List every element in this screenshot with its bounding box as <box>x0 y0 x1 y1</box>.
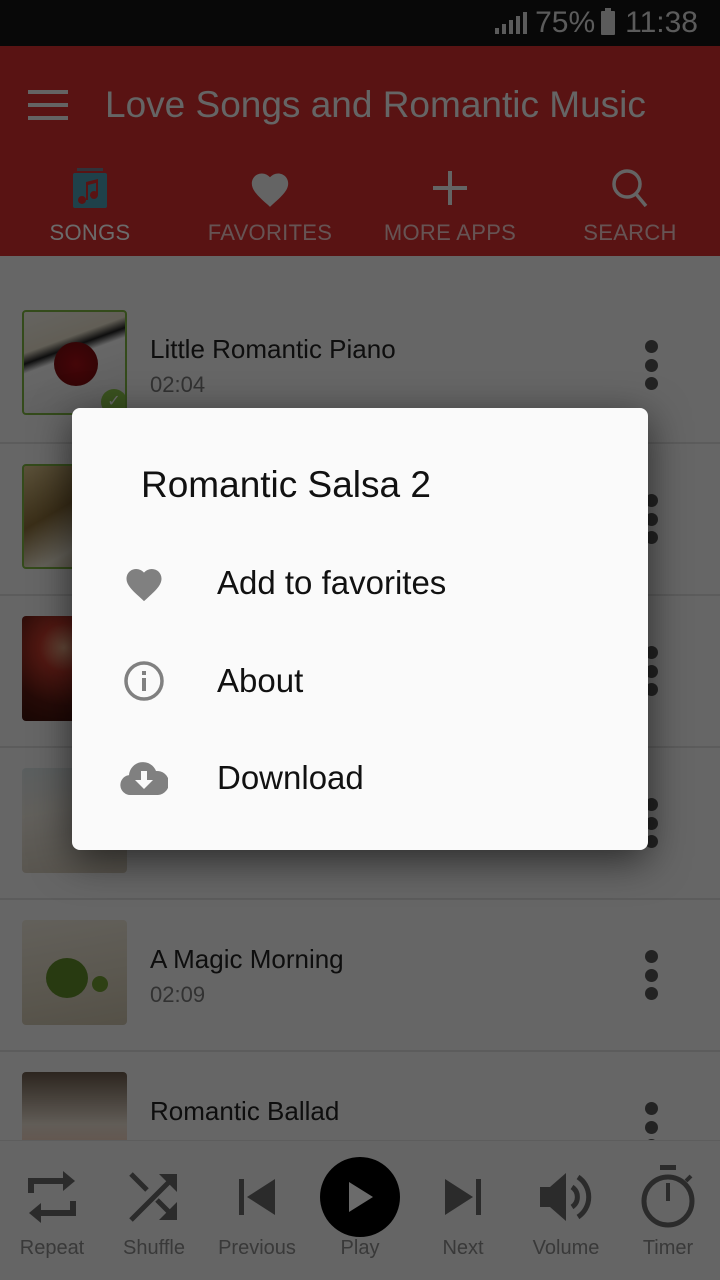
add-to-favorites-label: Add to favorites <box>217 564 447 601</box>
dialog-title: Romantic Salsa 2 <box>141 464 431 505</box>
about-option[interactable]: About <box>72 636 648 726</box>
heart-icon <box>120 559 168 607</box>
cloud-download-icon <box>120 754 168 802</box>
download-option[interactable]: Download <box>72 733 648 823</box>
info-icon <box>120 657 168 705</box>
download-label: Download <box>217 759 364 796</box>
song-options-dialog: Romantic Salsa 2 Add to favorites About … <box>72 408 648 850</box>
about-label: About <box>217 662 304 699</box>
add-to-favorites-option[interactable]: Add to favorites <box>72 538 648 628</box>
